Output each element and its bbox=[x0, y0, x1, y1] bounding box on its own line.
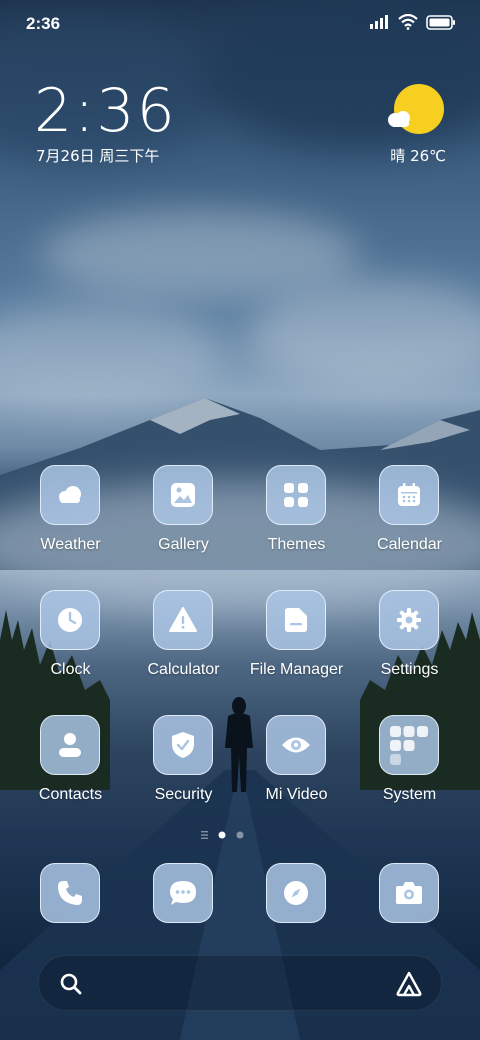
app-themes[interactable]: Themes bbox=[240, 465, 353, 575]
app-settings[interactable]: Settings bbox=[353, 590, 466, 700]
shield-check-icon bbox=[172, 732, 194, 758]
app-tile[interactable] bbox=[153, 863, 213, 923]
app-tile[interactable] bbox=[266, 465, 326, 525]
clock-icon bbox=[58, 608, 82, 632]
signal-icon bbox=[370, 15, 388, 29]
phone-icon bbox=[58, 881, 82, 905]
app-label: System bbox=[382, 786, 437, 803]
list-icon bbox=[201, 831, 208, 839]
weather-text: 晴 26℃ bbox=[390, 147, 446, 165]
page-dot-active bbox=[218, 831, 226, 839]
app-calculator[interactable]: Calculator bbox=[127, 590, 240, 700]
app-tile[interactable] bbox=[266, 715, 326, 775]
home-screen: 2:36 2:36 7月26日 周三下午 晴 26℃ Weather Galle… bbox=[0, 0, 480, 1040]
app-security[interactable]: Security bbox=[127, 715, 240, 825]
folder-icon bbox=[285, 608, 307, 632]
battery-icon bbox=[426, 14, 455, 30]
weather-widget[interactable]: 晴 26℃ bbox=[386, 82, 446, 166]
app-mi-video[interactable]: Mi Video bbox=[240, 715, 353, 825]
message-icon bbox=[170, 881, 196, 905]
app-tile[interactable] bbox=[379, 465, 439, 525]
app-tile[interactable] bbox=[266, 590, 326, 650]
app-tile[interactable] bbox=[40, 465, 100, 525]
app-weather[interactable]: Weather bbox=[14, 465, 127, 575]
calendar-icon bbox=[398, 483, 420, 506]
app-calendar[interactable]: Calendar bbox=[353, 465, 466, 575]
dock-phone[interactable] bbox=[14, 863, 127, 927]
weather-cloud-icon bbox=[59, 486, 81, 503]
page-dot bbox=[236, 831, 244, 839]
assistant-icon[interactable] bbox=[395, 970, 423, 998]
dock-camera[interactable] bbox=[353, 863, 466, 927]
app-tile[interactable] bbox=[379, 590, 439, 650]
app-contacts[interactable]: Contacts bbox=[14, 715, 127, 825]
eye-icon bbox=[282, 737, 310, 753]
clock-widget-time[interactable]: 2:36 bbox=[34, 76, 177, 146]
gear-icon bbox=[397, 608, 421, 632]
dock-browser[interactable] bbox=[240, 863, 353, 927]
app-gallery[interactable]: Gallery bbox=[127, 465, 240, 575]
search-bar[interactable] bbox=[38, 955, 442, 1011]
clock-widget-date: 7月26日 周三下午 bbox=[36, 147, 160, 165]
camera-icon bbox=[396, 882, 422, 904]
gallery-icon bbox=[171, 483, 195, 507]
themes-grid-icon bbox=[284, 483, 308, 507]
app-file-manager[interactable]: File Manager bbox=[240, 590, 353, 700]
folder-grid-icon bbox=[390, 726, 428, 765]
app-tile[interactable] bbox=[379, 715, 439, 775]
app-label: Calendar bbox=[377, 536, 442, 553]
app-tile[interactable] bbox=[379, 863, 439, 923]
app-tile[interactable] bbox=[40, 863, 100, 923]
warning-icon bbox=[169, 607, 197, 632]
app-tile[interactable] bbox=[40, 715, 100, 775]
search-icon[interactable] bbox=[60, 973, 82, 995]
page-indicator[interactable] bbox=[198, 828, 282, 842]
app-clock[interactable]: Clock bbox=[14, 590, 127, 700]
app-system[interactable]: System bbox=[353, 715, 466, 825]
app-label: Settings bbox=[380, 661, 439, 678]
wifi-icon bbox=[398, 14, 418, 30]
app-tile[interactable] bbox=[153, 715, 213, 775]
status-time: 2:36 bbox=[26, 14, 61, 33]
app-tile[interactable] bbox=[266, 863, 326, 923]
app-tile[interactable] bbox=[153, 590, 213, 650]
person-icon bbox=[59, 733, 81, 757]
app-tile[interactable] bbox=[153, 465, 213, 525]
status-icons bbox=[370, 14, 456, 30]
app-tile[interactable] bbox=[40, 590, 100, 650]
compass-icon bbox=[284, 881, 308, 905]
dock-messages[interactable] bbox=[127, 863, 240, 927]
sun-cloud-icon bbox=[388, 84, 444, 134]
